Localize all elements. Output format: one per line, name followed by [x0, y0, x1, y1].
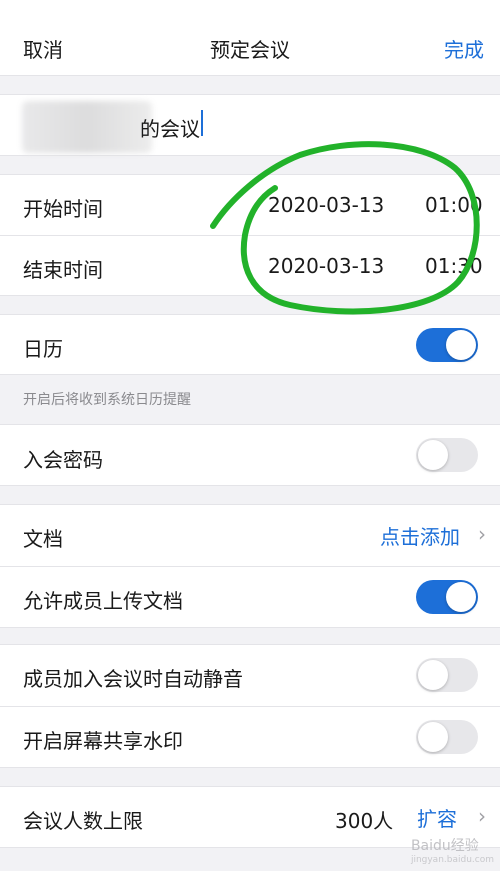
password-toggle[interactable] [416, 438, 478, 472]
site-watermark-text: Baidu经验 [410, 838, 479, 854]
auto-mute-row: 成员加入会议时自动静音 [0, 645, 500, 706]
chevron-right-icon: › [478, 522, 486, 546]
site-watermark: Baidu经验 jingyan.baidu.com [411, 835, 494, 865]
watermark-row: 开启屏幕共享水印 [0, 707, 500, 768]
meeting-name-field[interactable]: 的会议 [0, 94, 500, 156]
toggle-knob [418, 440, 448, 470]
expand-capacity-link[interactable]: 扩容 [417, 803, 457, 832]
watermark-toggle[interactable] [416, 720, 478, 754]
meeting-name-suffix: 的会议 [140, 117, 200, 141]
start-clock-value: 01:00 [425, 193, 483, 217]
done-button[interactable]: 完成 [444, 34, 484, 63]
password-row: 入会密码 [0, 424, 500, 486]
end-clock-value: 01:30 [425, 254, 483, 278]
toggle-knob [418, 660, 448, 690]
auto-mute-label: 成员加入会议时自动静音 [23, 667, 243, 691]
capacity-label: 会议人数上限 [23, 809, 143, 833]
calendar-toggle[interactable] [416, 328, 478, 362]
password-label: 入会密码 [23, 448, 103, 472]
text-caret [201, 110, 203, 136]
documents-group: 文档 点击添加 › 允许成员上传文档 [0, 504, 500, 628]
allow-upload-label: 允许成员上传文档 [23, 589, 183, 613]
page-title: 预定会议 [210, 38, 290, 62]
toggle-knob [446, 582, 476, 612]
calendar-label: 日历 [23, 337, 63, 361]
end-date-value: 2020-03-13 [268, 254, 385, 278]
calendar-hint: 开启后将收到系统日历提醒 [23, 392, 191, 408]
start-time-label: 开始时间 [23, 197, 103, 221]
calendar-row: 日历 [0, 314, 500, 375]
meeting-options-group: 成员加入会议时自动静音 开启屏幕共享水印 [0, 644, 500, 768]
documents-label: 文档 [23, 527, 63, 551]
end-time-label: 结束时间 [23, 258, 103, 282]
toggle-knob [418, 722, 448, 752]
nav-bar: 取消 预定会议 完成 [0, 0, 500, 76]
documents-row[interactable]: 文档 点击添加 › [0, 505, 500, 566]
add-document-link[interactable]: 点击添加 [380, 521, 460, 550]
end-time-row[interactable]: 结束时间 2020-03-13 01:30 [0, 236, 500, 296]
time-group: 开始时间 2020-03-13 01:00 结束时间 2020-03-13 01… [0, 174, 500, 296]
auto-mute-toggle[interactable] [416, 658, 478, 692]
site-watermark-url: jingyan.baidu.com [410, 855, 494, 865]
start-time-row[interactable]: 开始时间 2020-03-13 01:00 [0, 175, 500, 235]
capacity-value: 300人 [335, 809, 394, 833]
watermark-label: 开启屏幕共享水印 [23, 729, 183, 753]
allow-upload-row: 允许成员上传文档 [0, 567, 500, 628]
chevron-right-icon: › [478, 804, 486, 828]
allow-upload-toggle[interactable] [416, 580, 478, 614]
redacted-name-blur [22, 101, 152, 153]
toggle-knob [446, 330, 476, 360]
start-date-value: 2020-03-13 [268, 193, 385, 217]
